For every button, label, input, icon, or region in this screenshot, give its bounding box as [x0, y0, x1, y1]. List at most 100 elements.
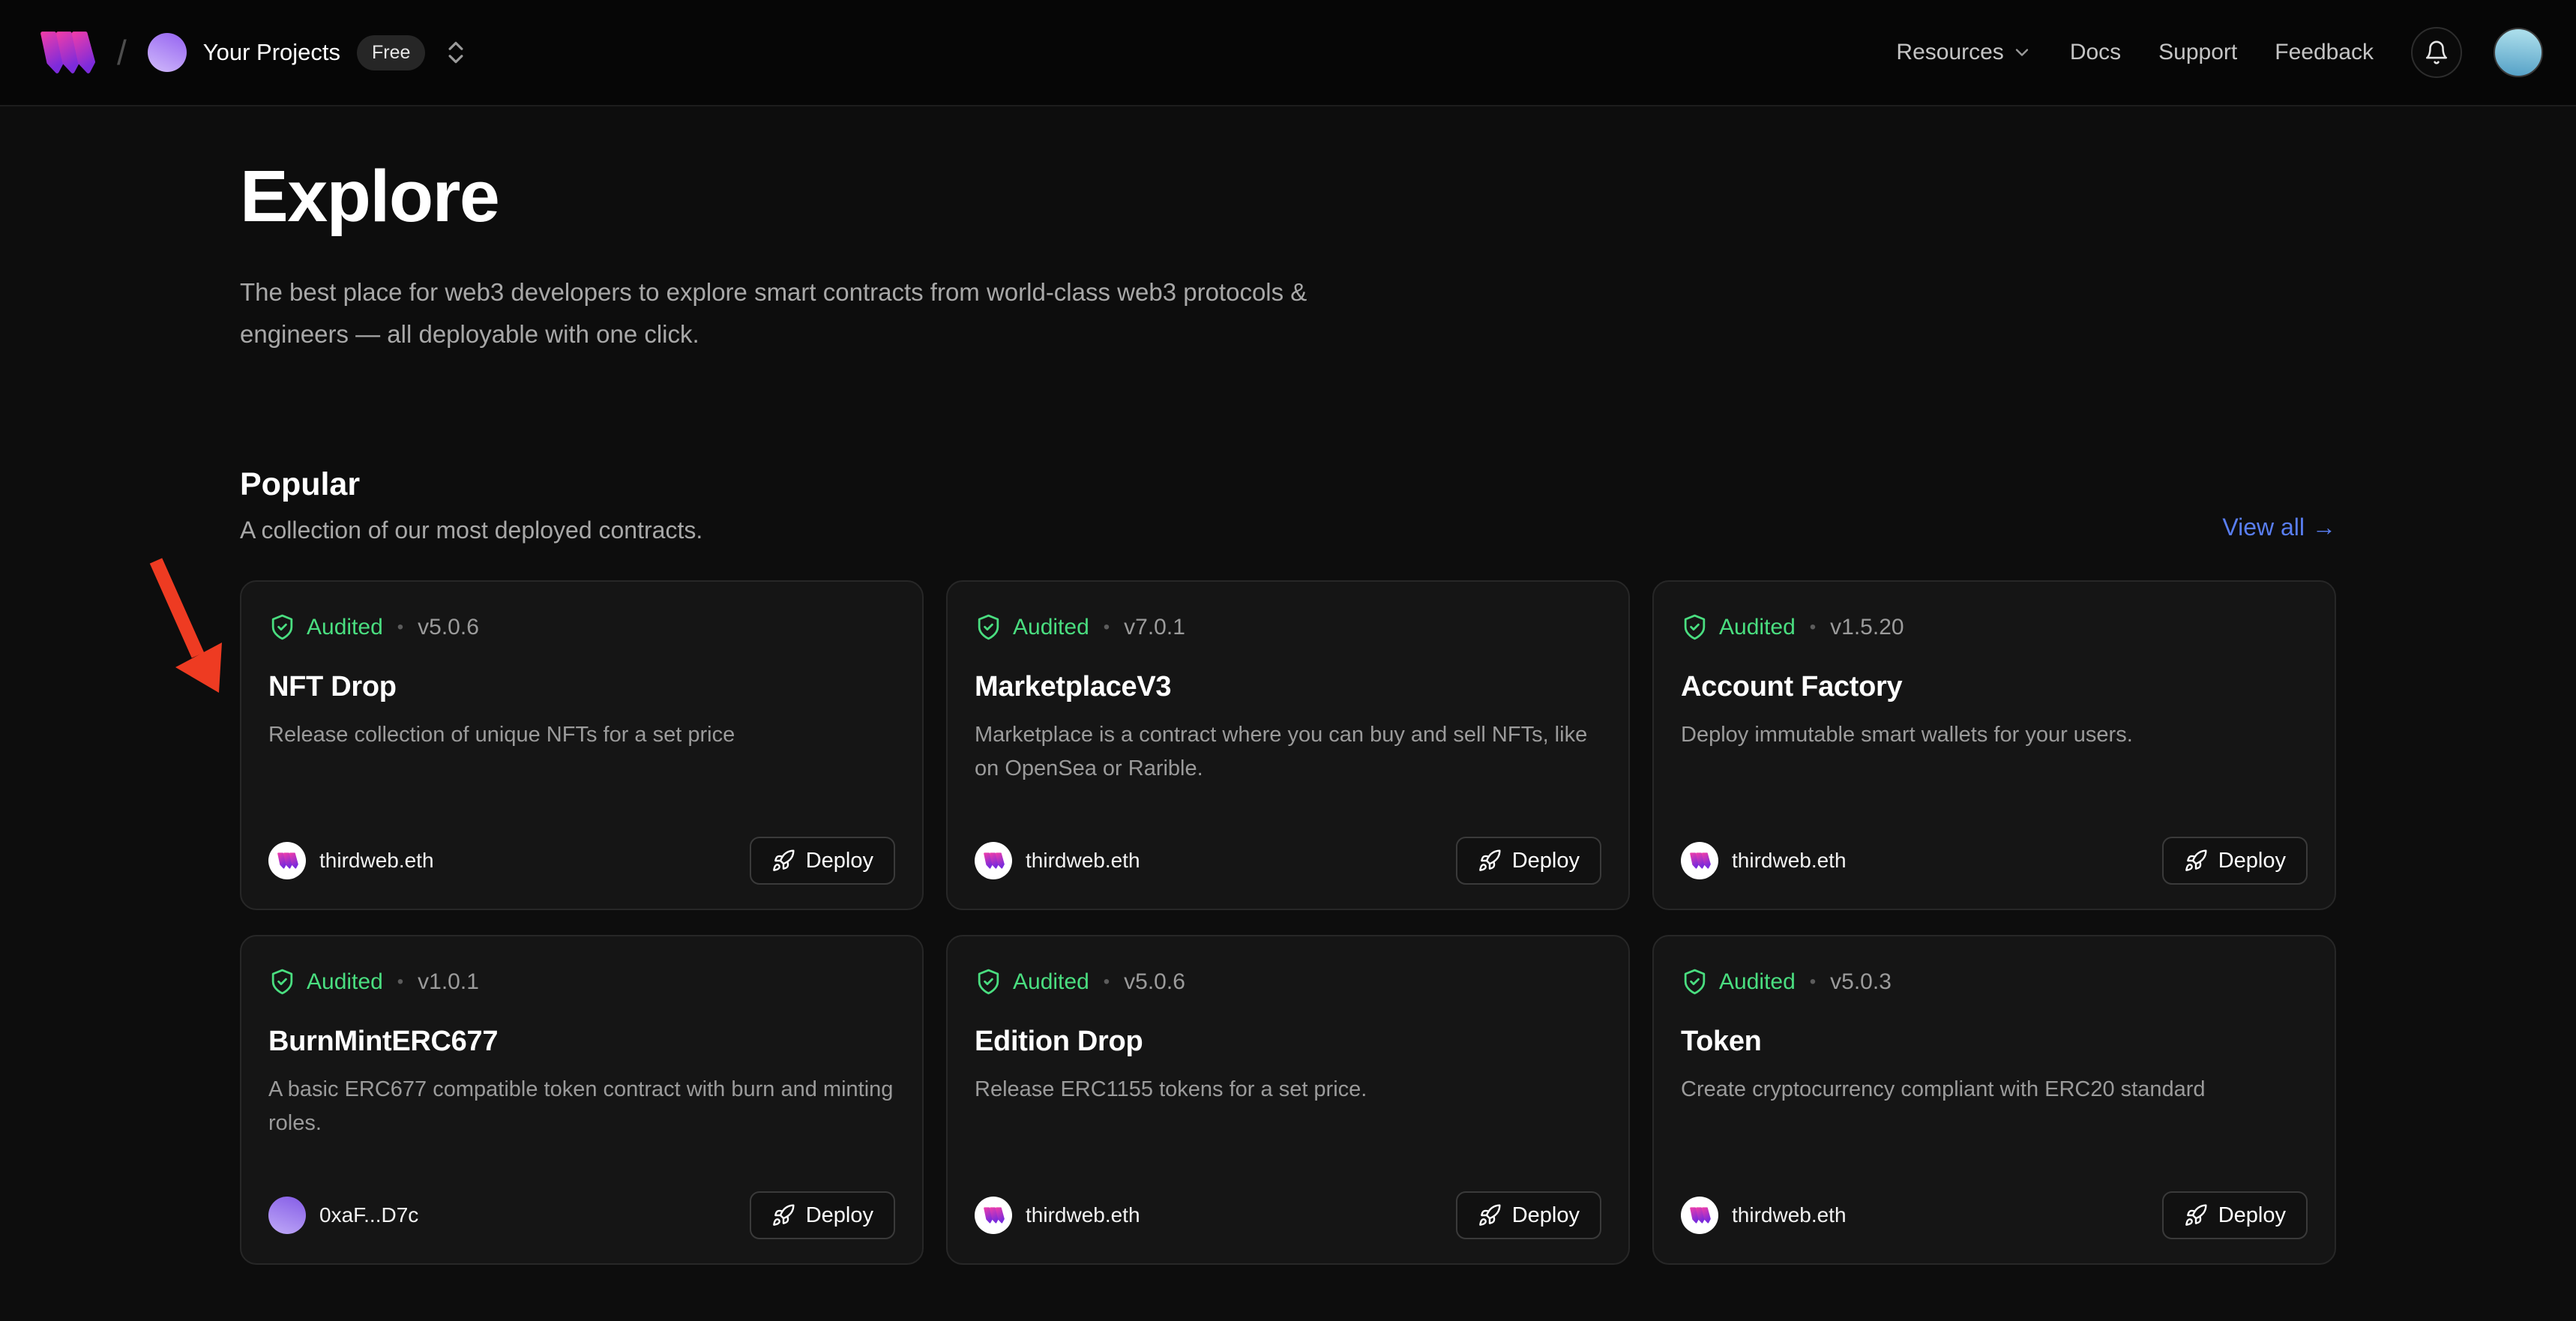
- deploy-button[interactable]: Deploy: [750, 1191, 895, 1239]
- contract-card-nft-drop[interactable]: Audited • v5.0.6 NFT Drop Release collec…: [240, 580, 924, 910]
- audited-badge: Audited • v1.5.20: [1681, 613, 2308, 641]
- user-avatar[interactable]: [2494, 28, 2543, 77]
- contract-card-grid: Audited • v5.0.6 NFT Drop Release collec…: [240, 580, 2336, 1265]
- contract-card-token[interactable]: Audited • v5.0.3 Token Create cryptocurr…: [1652, 935, 2336, 1265]
- card-title: MarketplaceV3: [975, 671, 1601, 703]
- version-label: v5.0.3: [1830, 969, 1892, 995]
- meta-dot-icon: •: [1810, 617, 1816, 638]
- deploy-button[interactable]: Deploy: [2162, 1191, 2308, 1239]
- chevrons-up-down-icon: [442, 38, 470, 67]
- shield-check-icon: [268, 613, 296, 641]
- deploy-button-label: Deploy: [806, 1203, 873, 1228]
- card-description: A basic ERC677 compatible token contract…: [268, 1073, 895, 1140]
- publisher-link[interactable]: thirdweb.eth: [268, 842, 434, 879]
- meta-dot-icon: •: [397, 617, 403, 638]
- deploy-button-label: Deploy: [806, 849, 873, 873]
- rocket-icon: [2184, 1203, 2208, 1227]
- nav-link-support[interactable]: Support: [2158, 40, 2237, 65]
- contract-card-burnminterc677[interactable]: Audited • v1.0.1 BurnMintERC677 A basic …: [240, 935, 924, 1265]
- chevron-down-icon: [2011, 42, 2032, 63]
- shield-check-icon: [268, 968, 296, 996]
- project-name: Your Projects: [203, 39, 340, 66]
- publisher-avatar: [268, 842, 306, 879]
- card-description: Deploy immutable smart wallets for your …: [1681, 718, 2308, 752]
- publisher-name: thirdweb.eth: [1732, 849, 1847, 873]
- deploy-button[interactable]: Deploy: [1456, 1191, 1601, 1239]
- meta-dot-icon: •: [397, 972, 403, 993]
- audited-badge: Audited • v5.0.6: [268, 613, 895, 641]
- notifications-button[interactable]: [2411, 27, 2462, 78]
- rocket-icon: [771, 849, 795, 873]
- publisher-avatar: [1681, 842, 1718, 879]
- publisher-name: thirdweb.eth: [1026, 1203, 1140, 1227]
- meta-dot-icon: •: [1810, 972, 1816, 993]
- audited-label: Audited: [307, 969, 383, 995]
- breadcrumb-slash: /: [117, 32, 127, 73]
- rocket-icon: [2184, 849, 2208, 873]
- publisher-avatar: [268, 1197, 306, 1234]
- audited-label: Audited: [1013, 969, 1089, 995]
- card-description: Release ERC1155 tokens for a set price.: [975, 1073, 1601, 1107]
- card-description: Marketplace is a contract where you can …: [975, 718, 1601, 786]
- card-description: Release collection of unique NFTs for a …: [268, 718, 895, 752]
- deploy-button[interactable]: Deploy: [2162, 837, 2308, 885]
- meta-dot-icon: •: [1104, 972, 1110, 993]
- nav-link-resources[interactable]: Resources: [1896, 40, 2032, 65]
- shield-check-icon: [975, 968, 1002, 996]
- card-title: Edition Drop: [975, 1026, 1601, 1058]
- publisher-link[interactable]: thirdweb.eth: [1681, 1197, 1847, 1234]
- nav-link-feedback[interactable]: Feedback: [2275, 40, 2374, 65]
- deploy-button-label: Deploy: [2218, 1203, 2286, 1228]
- shield-check-icon: [975, 613, 1002, 641]
- thirdweb-logo[interactable]: [36, 31, 96, 74]
- card-title: Token: [1681, 1026, 2308, 1058]
- publisher-link[interactable]: thirdweb.eth: [975, 842, 1140, 879]
- audited-label: Audited: [1013, 615, 1089, 640]
- contract-card-account-factory[interactable]: Audited • v1.5.20 Account Factory Deploy…: [1652, 580, 2336, 910]
- audited-label: Audited: [307, 615, 383, 640]
- rocket-icon: [771, 1203, 795, 1227]
- shield-check-icon: [1681, 613, 1709, 641]
- page-title: Explore: [240, 154, 2336, 238]
- audited-badge: Audited • v1.0.1: [268, 968, 895, 996]
- contract-card-marketplacev3[interactable]: Audited • v7.0.1 MarketplaceV3 Marketpla…: [946, 580, 1630, 910]
- contract-card-edition-drop[interactable]: Audited • v5.0.6 Edition Drop Release ER…: [946, 935, 1630, 1265]
- publisher-avatar: [975, 842, 1012, 879]
- deploy-button[interactable]: Deploy: [750, 837, 895, 885]
- project-avatar: [148, 33, 187, 72]
- audited-label: Audited: [1719, 615, 1796, 640]
- rocket-icon: [1478, 849, 1502, 873]
- meta-dot-icon: •: [1104, 617, 1110, 638]
- card-title: NFT Drop: [268, 671, 895, 703]
- section-subtitle: A collection of our most deployed contra…: [240, 517, 702, 544]
- top-navbar: / Your Projects Free Resources Docs Supp…: [0, 0, 2576, 106]
- project-switcher[interactable]: Your Projects Free: [148, 33, 471, 72]
- view-all-link[interactable]: View all →: [2222, 514, 2336, 541]
- publisher-name: 0xaF...D7c: [319, 1203, 418, 1227]
- shield-check-icon: [1681, 968, 1709, 996]
- page-description: The best place for web3 developers to ex…: [240, 271, 1349, 355]
- audited-label: Audited: [1719, 969, 1796, 995]
- deploy-button-label: Deploy: [1512, 849, 1580, 873]
- deploy-button-label: Deploy: [2218, 849, 2286, 873]
- publisher-link[interactable]: thirdweb.eth: [975, 1197, 1140, 1234]
- rocket-icon: [1478, 1203, 1502, 1227]
- plan-badge: Free: [357, 35, 425, 70]
- audited-badge: Audited • v5.0.6: [975, 968, 1601, 996]
- deploy-button[interactable]: Deploy: [1456, 837, 1601, 885]
- publisher-link[interactable]: 0xaF...D7c: [268, 1197, 418, 1234]
- nav-link-resources-label: Resources: [1896, 40, 2003, 65]
- audited-badge: Audited • v7.0.1: [975, 613, 1601, 641]
- audited-badge: Audited • v5.0.3: [1681, 968, 2308, 996]
- publisher-link[interactable]: thirdweb.eth: [1681, 842, 1847, 879]
- nav-link-docs[interactable]: Docs: [2070, 40, 2121, 65]
- version-label: v5.0.6: [1124, 969, 1185, 995]
- card-title: Account Factory: [1681, 671, 2308, 703]
- publisher-name: thirdweb.eth: [1732, 1203, 1847, 1227]
- arrow-right-icon: →: [2312, 514, 2336, 541]
- publisher-name: thirdweb.eth: [1026, 849, 1140, 873]
- explore-page: Explore The best place for web3 develope…: [0, 106, 2576, 1265]
- publisher-avatar: [1681, 1197, 1718, 1234]
- card-description: Create cryptocurrency compliant with ERC…: [1681, 1073, 2308, 1107]
- version-label: v5.0.6: [418, 615, 479, 640]
